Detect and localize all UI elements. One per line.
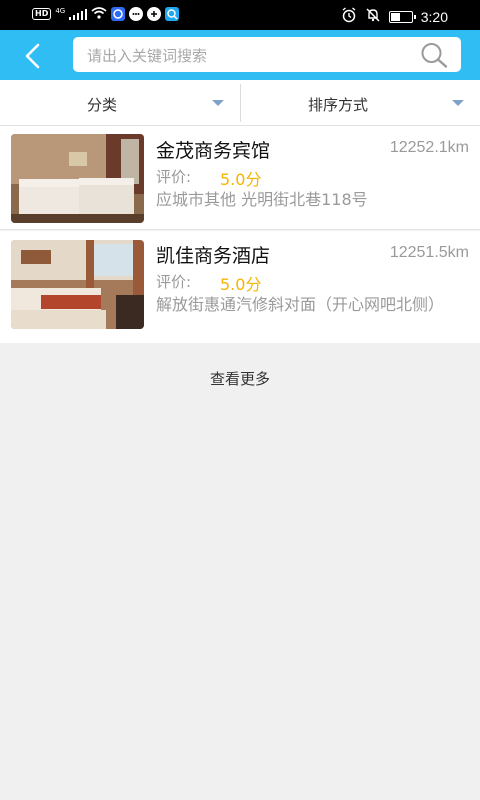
category-filter[interactable]: 分类	[0, 80, 240, 126]
category-filter-label: 分类	[87, 96, 118, 114]
hotel-thumbnail	[11, 134, 144, 223]
sort-filter-label: 排序方式	[308, 96, 369, 114]
app-icon	[147, 7, 162, 21]
hotel-distance: 12251.5km	[389, 244, 469, 261]
status-bar: HD 4G 3:20	[0, 0, 480, 30]
dropdown-arrow-icon	[212, 100, 224, 106]
chevron-left-icon	[25, 43, 40, 69]
mute-icon	[365, 7, 381, 27]
filter-bar: 分类 排序方式	[0, 80, 480, 126]
hotel-address: 应城市其他 光明街北巷118号	[156, 190, 368, 209]
hd-icon: HD	[32, 8, 52, 20]
search-input[interactable]: 请出入关键词搜索	[73, 37, 461, 72]
wifi-icon	[91, 7, 107, 21]
rating-value: 5.0分	[220, 170, 262, 189]
alarm-icon	[341, 7, 357, 27]
app-icon	[111, 7, 126, 21]
load-more-button[interactable]: 查看更多	[0, 368, 480, 389]
back-button[interactable]	[14, 38, 50, 74]
hotel-address: 解放街惠通汽修斜对面（开心网吧北侧）	[156, 295, 445, 314]
hotel-list-item[interactable]: 金茂商务宾馆 12252.1km 评价: 5.0分 应城市其他 光明街北巷118…	[0, 126, 480, 230]
sort-filter[interactable]: 排序方式	[241, 80, 480, 126]
hotel-distance: 12252.1km	[389, 139, 469, 156]
rating-value: 5.0分	[220, 275, 262, 294]
dropdown-arrow-icon	[452, 100, 464, 106]
search-icon[interactable]	[419, 41, 449, 69]
top-bar: 请出入关键词搜索	[0, 30, 480, 80]
hotel-name: 金茂商务宾馆	[156, 140, 271, 162]
message-icon	[129, 7, 144, 21]
rating-label: 评价:	[156, 168, 192, 186]
search-placeholder: 请出入关键词搜索	[87, 47, 208, 65]
hotel-thumbnail	[11, 240, 144, 329]
network-type-text: 4G	[55, 7, 66, 15]
status-time: 3:20	[420, 9, 448, 25]
hotel-list-item[interactable]: 凯佳商务酒店 12251.5km 评价: 5.0分 解放街惠通汽修斜对面（开心网…	[0, 231, 480, 343]
battery-icon	[388, 11, 416, 23]
signal-icon	[69, 8, 88, 20]
rating-label: 评价:	[156, 273, 192, 291]
app-icon	[165, 7, 180, 21]
hotel-name: 凯佳商务酒店	[156, 245, 271, 267]
